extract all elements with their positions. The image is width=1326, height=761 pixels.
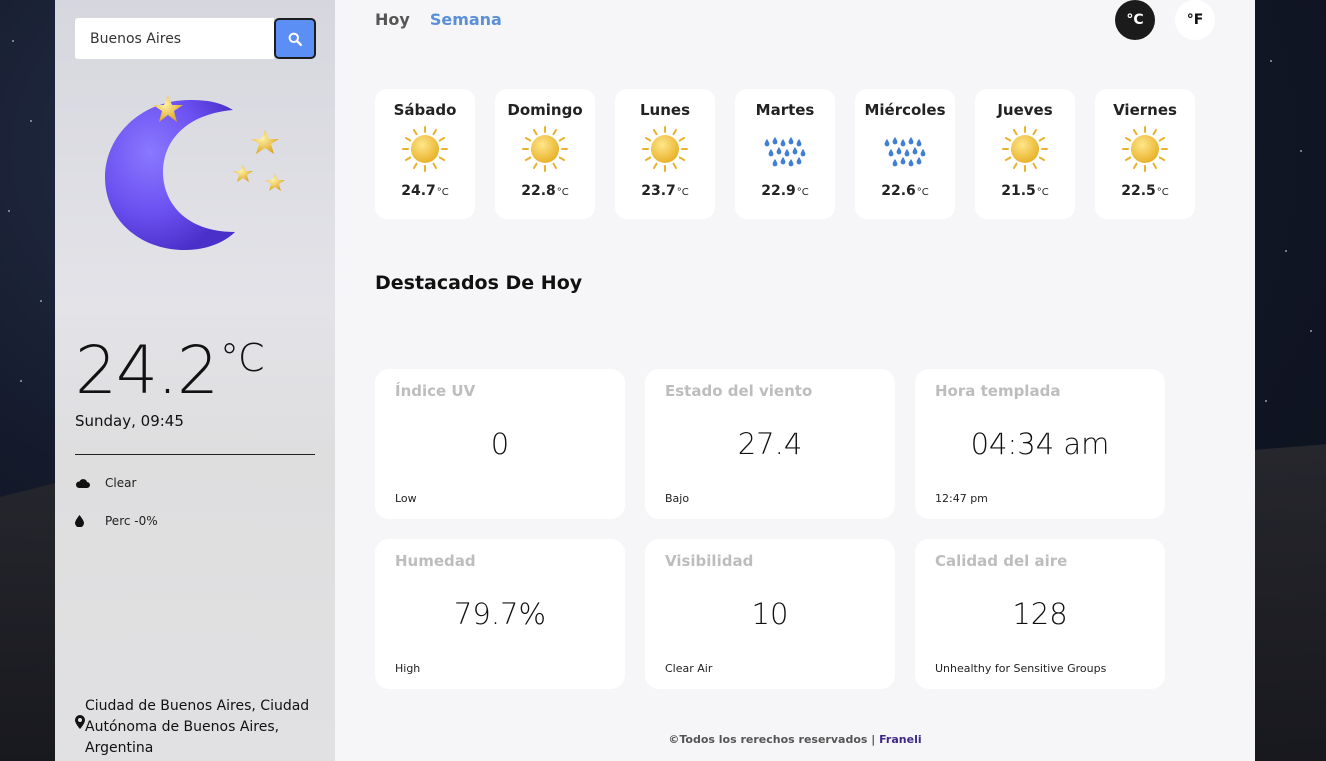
mild-hour-card: Hora templada 04:34 am 12:47 pm xyxy=(915,369,1165,519)
current-temperature: 24.2°C xyxy=(75,332,264,409)
drop-icon xyxy=(75,515,105,527)
card-value: 0 xyxy=(490,427,510,461)
sun-icon xyxy=(642,126,688,172)
highlights-grid: Índice UV 0 Low Estado del viento 27.4 B… xyxy=(375,369,1165,689)
location-text: Ciudad de Buenos Aires, Ciudad Autónoma … xyxy=(85,698,310,756)
card-title: Hora templada xyxy=(935,382,1061,400)
wind-card: Estado del viento 27.4 Bajo xyxy=(645,369,895,519)
map-pin-icon xyxy=(75,696,85,733)
search-bar xyxy=(75,18,316,59)
day-temp: 23.7°C xyxy=(641,183,689,199)
precipitation-label: Perc -0% xyxy=(105,514,158,528)
sidebar: 24.2°C Sunday, 09:45 Clear Perc -0% Ciud… xyxy=(55,0,335,761)
search-icon xyxy=(288,32,302,46)
week-forecast: Sábado 24.7°C Domingo 22.8°C Lunes 23.7°… xyxy=(375,89,1195,219)
tab-semana[interactable]: Semana xyxy=(430,10,502,29)
celsius-button[interactable]: °C xyxy=(1115,0,1155,40)
current-temperature-unit: °C xyxy=(219,336,265,380)
day-name: Viernes xyxy=(1113,101,1177,119)
condition-label: Clear xyxy=(105,476,137,490)
day-card: Miércoles 22.6°C xyxy=(855,89,955,219)
condition-row: Clear xyxy=(75,476,136,490)
card-value: 128 xyxy=(1012,597,1068,631)
rain-icon xyxy=(884,137,926,167)
air-quality-card: Calidad del aire 128 Unhealthy for Sensi… xyxy=(915,539,1165,689)
sun-icon xyxy=(402,126,448,172)
sun-icon xyxy=(522,126,568,172)
day-name: Miércoles xyxy=(864,101,946,119)
card-subtitle: Unhealthy for Sensitive Groups xyxy=(935,662,1107,675)
current-temperature-value: 24.2 xyxy=(75,332,219,409)
day-temp: 21.5°C xyxy=(1001,183,1049,199)
tab-hoy[interactable]: Hoy xyxy=(375,10,410,29)
main-panel: Hoy Semana °C °F Sábado 24.7°C Domingo 2… xyxy=(335,0,1255,761)
footer-author-link[interactable]: Franeli xyxy=(879,733,922,746)
cloud-icon xyxy=(75,478,105,489)
card-subtitle: Low xyxy=(395,492,417,505)
card-value: 27.4 xyxy=(737,427,803,461)
day-card: Sábado 24.7°C xyxy=(375,89,475,219)
day-name: Domingo xyxy=(507,101,583,119)
humidity-card: Humedad 79.7% High xyxy=(375,539,625,689)
rain-icon xyxy=(764,137,806,167)
day-card: Martes 22.9°C xyxy=(735,89,835,219)
day-temp: 24.7°C xyxy=(401,183,449,199)
card-value: 10 xyxy=(751,597,789,631)
sun-icon xyxy=(1002,126,1048,172)
day-name: Jueves xyxy=(997,101,1053,119)
sidebar-divider xyxy=(75,454,315,455)
view-tabs: Hoy Semana xyxy=(375,10,502,29)
footer-text: ©Todos los rerechos reservados | xyxy=(668,733,880,746)
uv-index-card: Índice UV 0 Low xyxy=(375,369,625,519)
precipitation-row: Perc -0% xyxy=(75,514,158,528)
card-value: 04:34 am xyxy=(970,427,1110,461)
day-card: Domingo 22.8°C xyxy=(495,89,595,219)
day-temp: 22.5°C xyxy=(1121,183,1169,199)
sun-icon xyxy=(1122,126,1168,172)
card-subtitle: High xyxy=(395,662,421,675)
day-name: Sábado xyxy=(393,101,457,119)
fahrenheit-button[interactable]: °F xyxy=(1175,0,1215,40)
card-value: 79.7% xyxy=(453,597,547,631)
day-name: Martes xyxy=(755,101,815,119)
day-temp: 22.6°C xyxy=(881,183,929,199)
card-title: Visibilidad xyxy=(665,552,754,570)
moon-stars-icon xyxy=(105,95,285,250)
card-subtitle: 12:47 pm xyxy=(935,492,988,505)
card-title: Índice UV xyxy=(395,382,476,400)
search-input[interactable] xyxy=(75,18,274,59)
day-name: Lunes xyxy=(639,101,691,119)
day-temp: 22.9°C xyxy=(761,183,809,199)
current-datetime: Sunday, 09:45 xyxy=(75,412,184,430)
day-card: Lunes 23.7°C xyxy=(615,89,715,219)
card-title: Estado del viento xyxy=(665,382,813,400)
search-button[interactable] xyxy=(274,18,316,59)
day-temp: 22.8°C xyxy=(521,183,569,199)
highlights-title: Destacados De Hoy xyxy=(375,272,583,294)
card-title: Humedad xyxy=(395,552,476,570)
visibility-card: Visibilidad 10 Clear Air xyxy=(645,539,895,689)
card-subtitle: Clear Air xyxy=(665,662,713,675)
location: Ciudad de Buenos Aires, Ciudad Autónoma … xyxy=(75,696,315,759)
day-card: Jueves 21.5°C xyxy=(975,89,1075,219)
footer: ©Todos los rerechos reservados | Franeli xyxy=(335,733,1255,746)
day-card: Viernes 22.5°C xyxy=(1095,89,1195,219)
card-title: Calidad del aire xyxy=(935,552,1068,570)
card-subtitle: Bajo xyxy=(665,492,690,505)
weather-app: 24.2°C Sunday, 09:45 Clear Perc -0% Ciud… xyxy=(55,0,1255,761)
